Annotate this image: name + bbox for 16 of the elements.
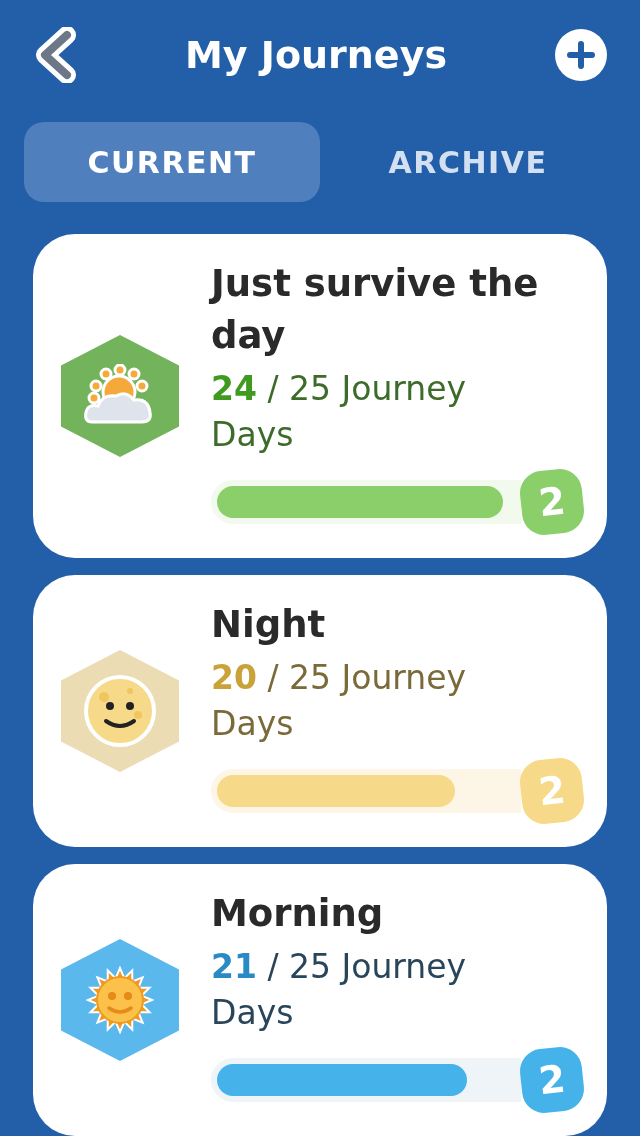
tab[interactable]: ARCHIVE — [320, 122, 616, 202]
journey-title: Night — [211, 602, 327, 648]
journey-card[interactable]: Night 20 / 25 Journey Days 2 — [33, 575, 607, 847]
journey-title: Just survive the day — [211, 261, 540, 359]
add-icon[interactable] — [555, 29, 607, 81]
journey-progress-text: 24 / 25 Journey Days — [211, 368, 468, 456]
journey-card[interactable]: Morning 21 / 25 Journey Days 2 — [33, 864, 607, 1136]
sun-face-icon — [84, 964, 156, 1036]
journey-progress-text: 20 / 25 Journey Days — [211, 657, 468, 745]
back-icon[interactable] — [33, 27, 77, 83]
moon-face-icon — [84, 675, 156, 747]
journey-title: Morning — [211, 891, 385, 937]
journey-card[interactable]: Just survive the day 24 / 25 Journey Days 2 — [33, 234, 607, 558]
page-title: My Journeys — [184, 31, 448, 79]
tab[interactable]: CURRENT — [24, 122, 320, 202]
journey-progress-text: 21 / 25 Journey Days — [211, 946, 468, 1034]
